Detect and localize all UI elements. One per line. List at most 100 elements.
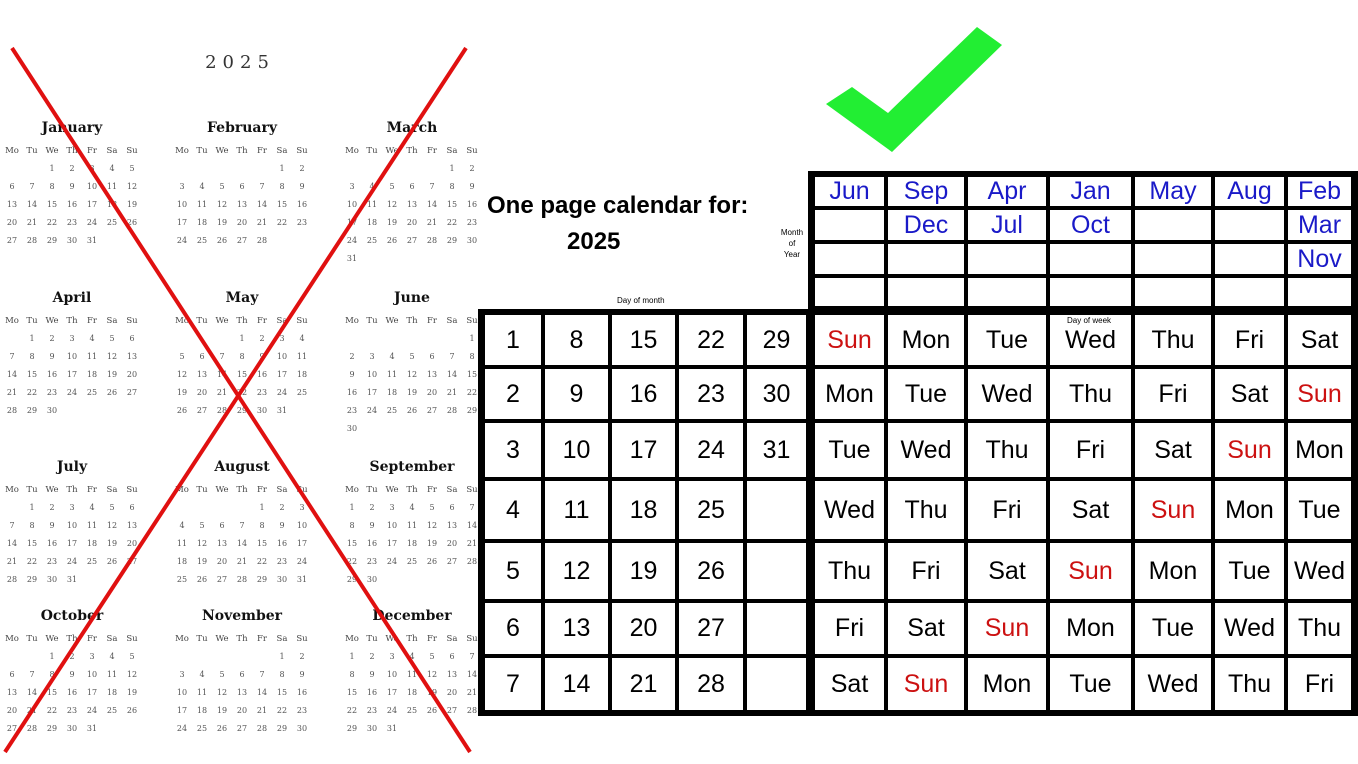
mini-day: 5	[199, 521, 205, 530]
day-of-month-cell: 27	[679, 603, 743, 654]
day-of-month-cell: 14	[545, 658, 608, 710]
mini-day: 3	[69, 503, 75, 512]
day-of-month-cell: 22	[679, 315, 743, 365]
day-of-week-cell: Sat	[888, 603, 964, 654]
weekday-header: Fr	[257, 485, 267, 495]
mini-day: 11	[406, 521, 418, 530]
day-of-month-cell: 12	[545, 543, 608, 599]
mini-day: 23	[296, 706, 308, 715]
mini-day: 28	[26, 724, 38, 733]
mini-day: 14	[446, 370, 458, 379]
weekday-header: Th	[236, 146, 248, 156]
mini-day: 7	[259, 670, 265, 679]
weekday-header: Mo	[5, 316, 19, 326]
weekday-header: Sa	[276, 316, 288, 326]
weekday-header: Sa	[446, 634, 458, 644]
weekday-header: We	[385, 485, 399, 495]
mini-day: 9	[69, 670, 75, 679]
day-of-week-cell: Tue	[888, 369, 964, 419]
mini-day: 25	[196, 236, 208, 245]
day-of-week-cell: Wed	[968, 369, 1046, 419]
blank-day	[232, 648, 252, 666]
mini-day: 30	[346, 424, 358, 433]
day-of-month-cell: 6	[485, 603, 541, 654]
blank-day	[232, 160, 252, 178]
mini-day: 10	[296, 521, 308, 530]
weekday-header: Tu	[366, 485, 378, 495]
mini-day: 21	[26, 218, 38, 227]
blank-day	[252, 648, 272, 666]
mini-day: 25	[296, 388, 308, 397]
mini-day: 27	[236, 724, 248, 733]
mini-day: 12	[216, 200, 228, 209]
mini-month-grid: Mo Tu We Th Fr Sa Su 1 2 3 4 5 6 7 8 9 10 11 12 13 14 15 16 17 1…	[2, 312, 142, 420]
mini-day: 6	[239, 670, 245, 679]
mini-day: 25	[406, 706, 418, 715]
mini-day: 4	[199, 670, 205, 679]
day-of-week-cell: Fri	[1050, 423, 1131, 477]
mini-day: 22	[256, 557, 268, 566]
mini-day: 26	[126, 706, 138, 715]
mini-day: 23	[346, 406, 358, 415]
mini-day: 7	[219, 352, 225, 361]
mini-day: 15	[446, 200, 458, 209]
mini-day: 19	[126, 688, 138, 697]
mini-day: 5	[219, 182, 225, 191]
day-of-month-cell	[747, 543, 806, 599]
traditional-calendar-year: 2025	[205, 52, 275, 73]
mini-day: 26	[196, 575, 208, 584]
mini-day: 10	[366, 370, 378, 379]
weekday-header: We	[45, 316, 59, 326]
mini-day: 25	[86, 557, 98, 566]
month-cell	[888, 278, 964, 306]
mini-day: 17	[386, 688, 398, 697]
day-of-week-label: Day of week	[1067, 316, 1112, 325]
mini-day: 24	[366, 406, 378, 415]
mini-day: 17	[276, 370, 288, 379]
mini-month: March Mo Tu We Th Fr Sa Su 1 2 3 4 5 6 7 8 9 10 11 12 13 14 15…	[342, 120, 482, 268]
month-cell	[1135, 210, 1211, 240]
mini-day: 10	[66, 352, 78, 361]
mini-day: 6	[219, 521, 225, 530]
blank-day	[402, 160, 422, 178]
mini-day: 8	[449, 182, 455, 191]
mini-day: 13	[446, 670, 458, 679]
mini-day: 31	[86, 724, 98, 733]
mini-day: 22	[446, 218, 458, 227]
month-cell: Dec	[888, 210, 964, 240]
month-of-year-grid: Jun Sep Apr Jan May Aug Feb Dec Jul Oct Mar Nov	[808, 171, 1358, 312]
mini-day: 3	[89, 652, 95, 661]
sunday-cell: Sun	[888, 658, 964, 710]
mini-day: 22	[276, 706, 288, 715]
weekday-header: Su	[296, 316, 308, 326]
mini-day: 22	[346, 706, 358, 715]
mini-day: 29	[346, 575, 358, 584]
blank-day	[22, 648, 42, 666]
weekday-header: We	[45, 146, 59, 156]
mini-day: 26	[426, 706, 438, 715]
month-cell: Jul	[968, 210, 1046, 240]
blank-day	[192, 499, 212, 517]
mini-day: 5	[129, 164, 135, 173]
weekday-header: Tu	[26, 316, 38, 326]
mini-day: 22	[26, 388, 38, 397]
weekday-header: Su	[126, 316, 138, 326]
weekday-header: Tu	[196, 485, 208, 495]
mini-day: 19	[406, 388, 418, 397]
mini-day: 17	[176, 218, 188, 227]
mini-month: June Mo Tu We Th Fr Sa Su 1 2 3 4 5 6 7 8 9 10 11 12 13 14 15 1…	[342, 290, 482, 438]
month-cell	[1050, 244, 1131, 274]
blank-day	[442, 330, 462, 348]
blank-day	[362, 330, 382, 348]
day-of-month-cell: 1	[485, 315, 541, 365]
mini-day: 9	[299, 182, 305, 191]
blank-day	[2, 499, 22, 517]
mini-day: 17	[86, 200, 98, 209]
weekday-header: Tu	[196, 634, 208, 644]
mini-day: 15	[46, 200, 58, 209]
mini-day: 10	[66, 521, 78, 530]
mini-day: 25	[106, 706, 118, 715]
day-of-month-cell: 17	[612, 423, 675, 477]
mini-day: 12	[196, 539, 208, 548]
mini-day: 28	[6, 575, 18, 584]
